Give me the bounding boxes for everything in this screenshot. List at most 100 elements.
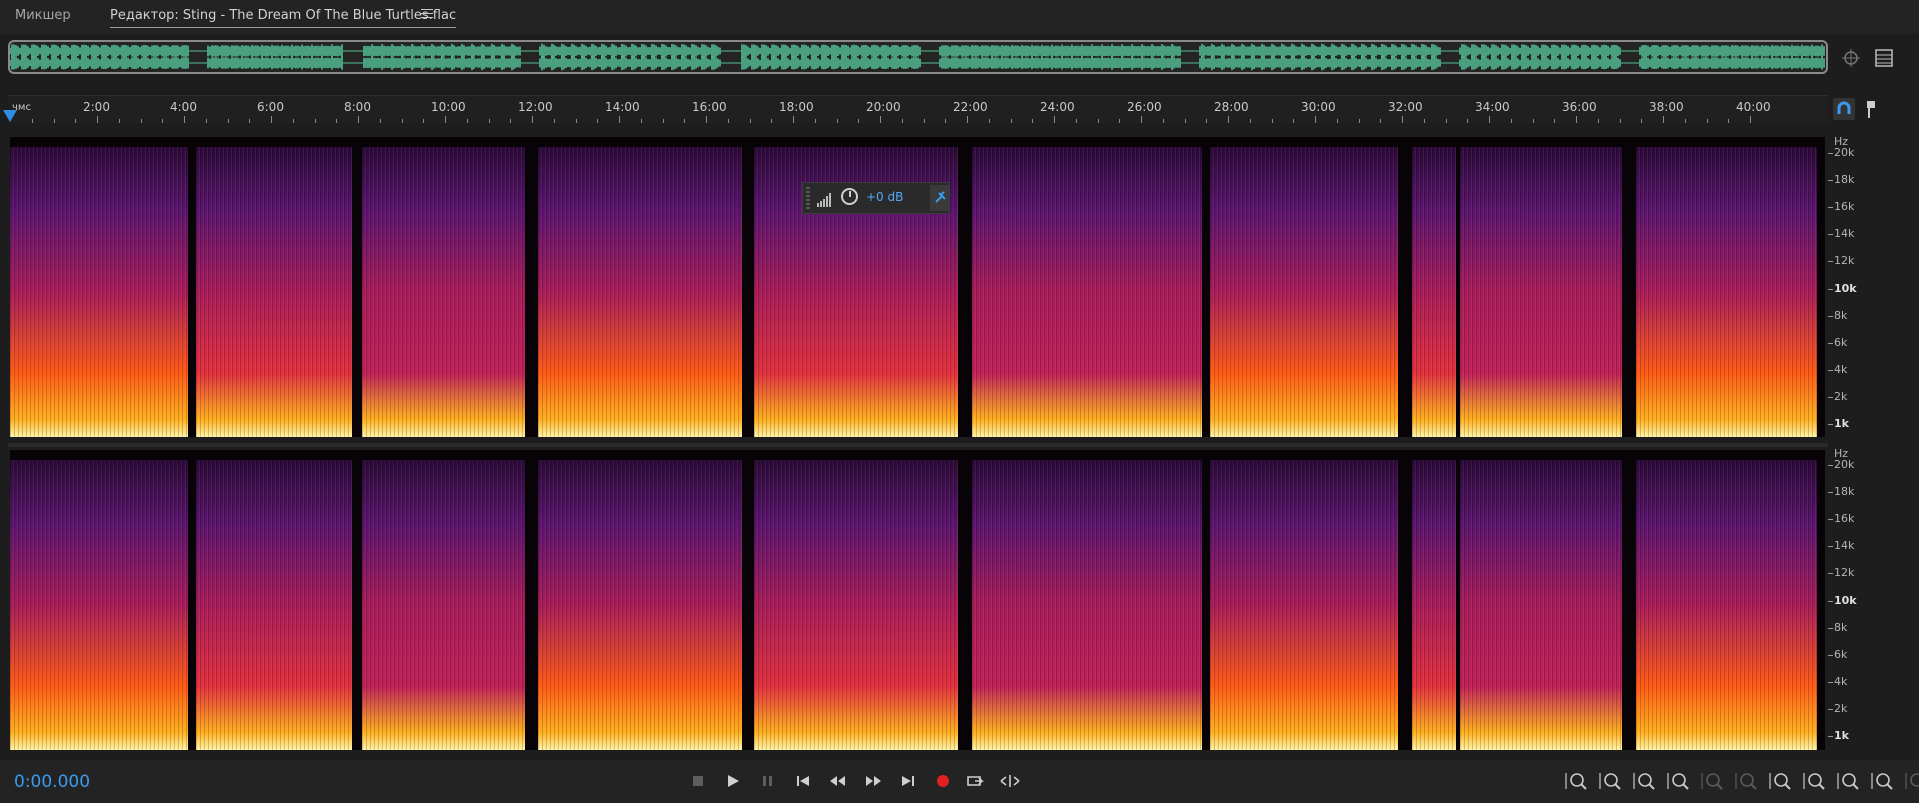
zoom-in-amplitude-icon[interactable] [1562,768,1592,794]
ruler-label: 28:00 [1214,100,1249,114]
ruler-tick [553,119,555,123]
record-icon[interactable] [929,768,957,794]
ruler-tick [75,119,77,123]
ruler-tick [1032,119,1034,123]
spectrogram-segment [1460,147,1622,437]
ruler-tick [292,119,294,123]
go-to-start-icon[interactable] [789,768,817,794]
ruler-tick [1684,119,1686,123]
ruler-tick [379,119,381,123]
zoom-reset-icon[interactable] [1868,768,1898,794]
current-time-display[interactable]: 0:00.000 [14,772,90,792]
snap-magnet-icon[interactable] [1833,98,1855,120]
play-icon[interactable] [719,768,747,794]
ruler-tick [1554,119,1556,123]
ruler-tick [510,119,512,123]
marker-pin-icon[interactable] [1860,98,1882,120]
ruler-tick [1162,119,1164,123]
transport-bar: 0:00.000 [0,760,1919,803]
ruler-tick [1402,116,1403,123]
frequency-label: 14k [1834,539,1855,553]
spectrogram-segment [972,147,1202,437]
ruler-tick [97,116,98,123]
ruler-tick [749,119,751,123]
ruler-tick [1184,119,1186,123]
ruler-tick [1358,119,1360,123]
ruler-tick [1663,116,1664,123]
zoom-out-amplitude-icon[interactable] [1596,768,1626,794]
spectrogram-segment [1412,147,1456,437]
tab-mixer[interactable]: Микшер [15,8,71,23]
panel-tab-bar: Микшер Редактор: Sting - The Dream Of Th… [0,0,1919,34]
ruler-tick [271,116,272,123]
time-ruler[interactable]: чмс 2:00 4:00 6:00 8:00 10:00 12:00 14:00 16:00… [8,95,1828,123]
frequency-label: 1k [1834,417,1849,430]
hud-gain-control[interactable]: +0 dB [802,182,950,214]
ruler-tick [1750,116,1751,123]
overview-waveform-graphic [10,43,1825,71]
ruler-tick [793,116,794,123]
ruler-tick [858,119,860,123]
playhead-marker[interactable] [3,110,17,122]
zoom-crosshair-icon[interactable] [1840,47,1862,69]
zoom-in-frequency-icon[interactable] [1902,768,1919,794]
ruler-tick [814,119,816,123]
zoom-out-time-icon[interactable] [1664,768,1694,794]
spectrogram-channel-right[interactable] [10,450,1825,750]
ruler-tick [1249,119,1251,123]
frequency-label: 12k [1834,566,1855,580]
ruler-tick [1141,116,1142,123]
frequency-label: 8k [1834,308,1848,322]
ruler-tick [1445,119,1447,123]
panel-list-icon[interactable] [1873,47,1895,69]
ruler-tick [358,116,359,123]
ruler-label: 32:00 [1388,100,1423,114]
ruler-tick [771,119,773,123]
ruler-tick [1489,116,1490,123]
ruler-tick [1315,116,1316,123]
ruler-tick [1336,119,1338,123]
volume-bars-icon [817,192,833,207]
zoom-out-right-icon[interactable] [1800,768,1830,794]
gain-knob[interactable] [841,188,858,205]
ruler-label: 2:00 [83,100,110,114]
zoom-out-left-icon[interactable] [1766,768,1796,794]
spectrogram-segment [10,460,188,750]
skip-selection-icon[interactable] [996,768,1024,794]
zoom-in-time-icon[interactable] [1630,768,1660,794]
tab-menu-icon[interactable] [421,9,433,20]
loop-icon[interactable] [961,768,989,794]
ruler-tick [162,119,164,123]
fast-forward-icon[interactable] [859,768,887,794]
ruler-tick [575,119,577,123]
ruler-label: 8:00 [344,100,371,114]
ruler-label: 38:00 [1649,100,1684,114]
zoom-to-selection-icon[interactable] [1834,768,1864,794]
gain-value[interactable]: +0 dB [866,190,903,204]
ruler-tick [662,119,664,123]
overview-waveform[interactable] [8,40,1828,74]
ruler-tick [640,119,642,123]
ruler-label: 40:00 [1736,100,1771,114]
ruler-label: 20:00 [866,100,901,114]
hud-grip[interactable] [806,187,810,209]
rewind-icon[interactable] [824,768,852,794]
stop-icon[interactable] [684,768,712,794]
hud-pin-icon[interactable] [930,185,949,211]
zoom-out-full-icon[interactable] [1698,768,1728,794]
ruler-tick [445,116,446,123]
spectrogram-segment [362,147,525,437]
ruler-tick [205,119,207,123]
tab-editor[interactable]: Редактор: Sting - The Dream Of The Blue … [110,8,457,28]
pause-icon[interactable] [754,768,782,794]
ruler-tick [1054,116,1055,123]
tab-editor-label: Редактор: Sting - The Dream Of The Blue … [110,8,457,23]
go-to-end-icon[interactable] [894,768,922,794]
frequency-label: 20k [1834,146,1855,159]
ruler-tick [901,119,903,123]
ruler-tick [1619,119,1621,123]
spectrogram-segment [754,460,958,750]
zoom-in-selection-icon[interactable] [1732,768,1762,794]
ruler-tick [1119,119,1121,123]
ruler-tick [227,119,229,123]
